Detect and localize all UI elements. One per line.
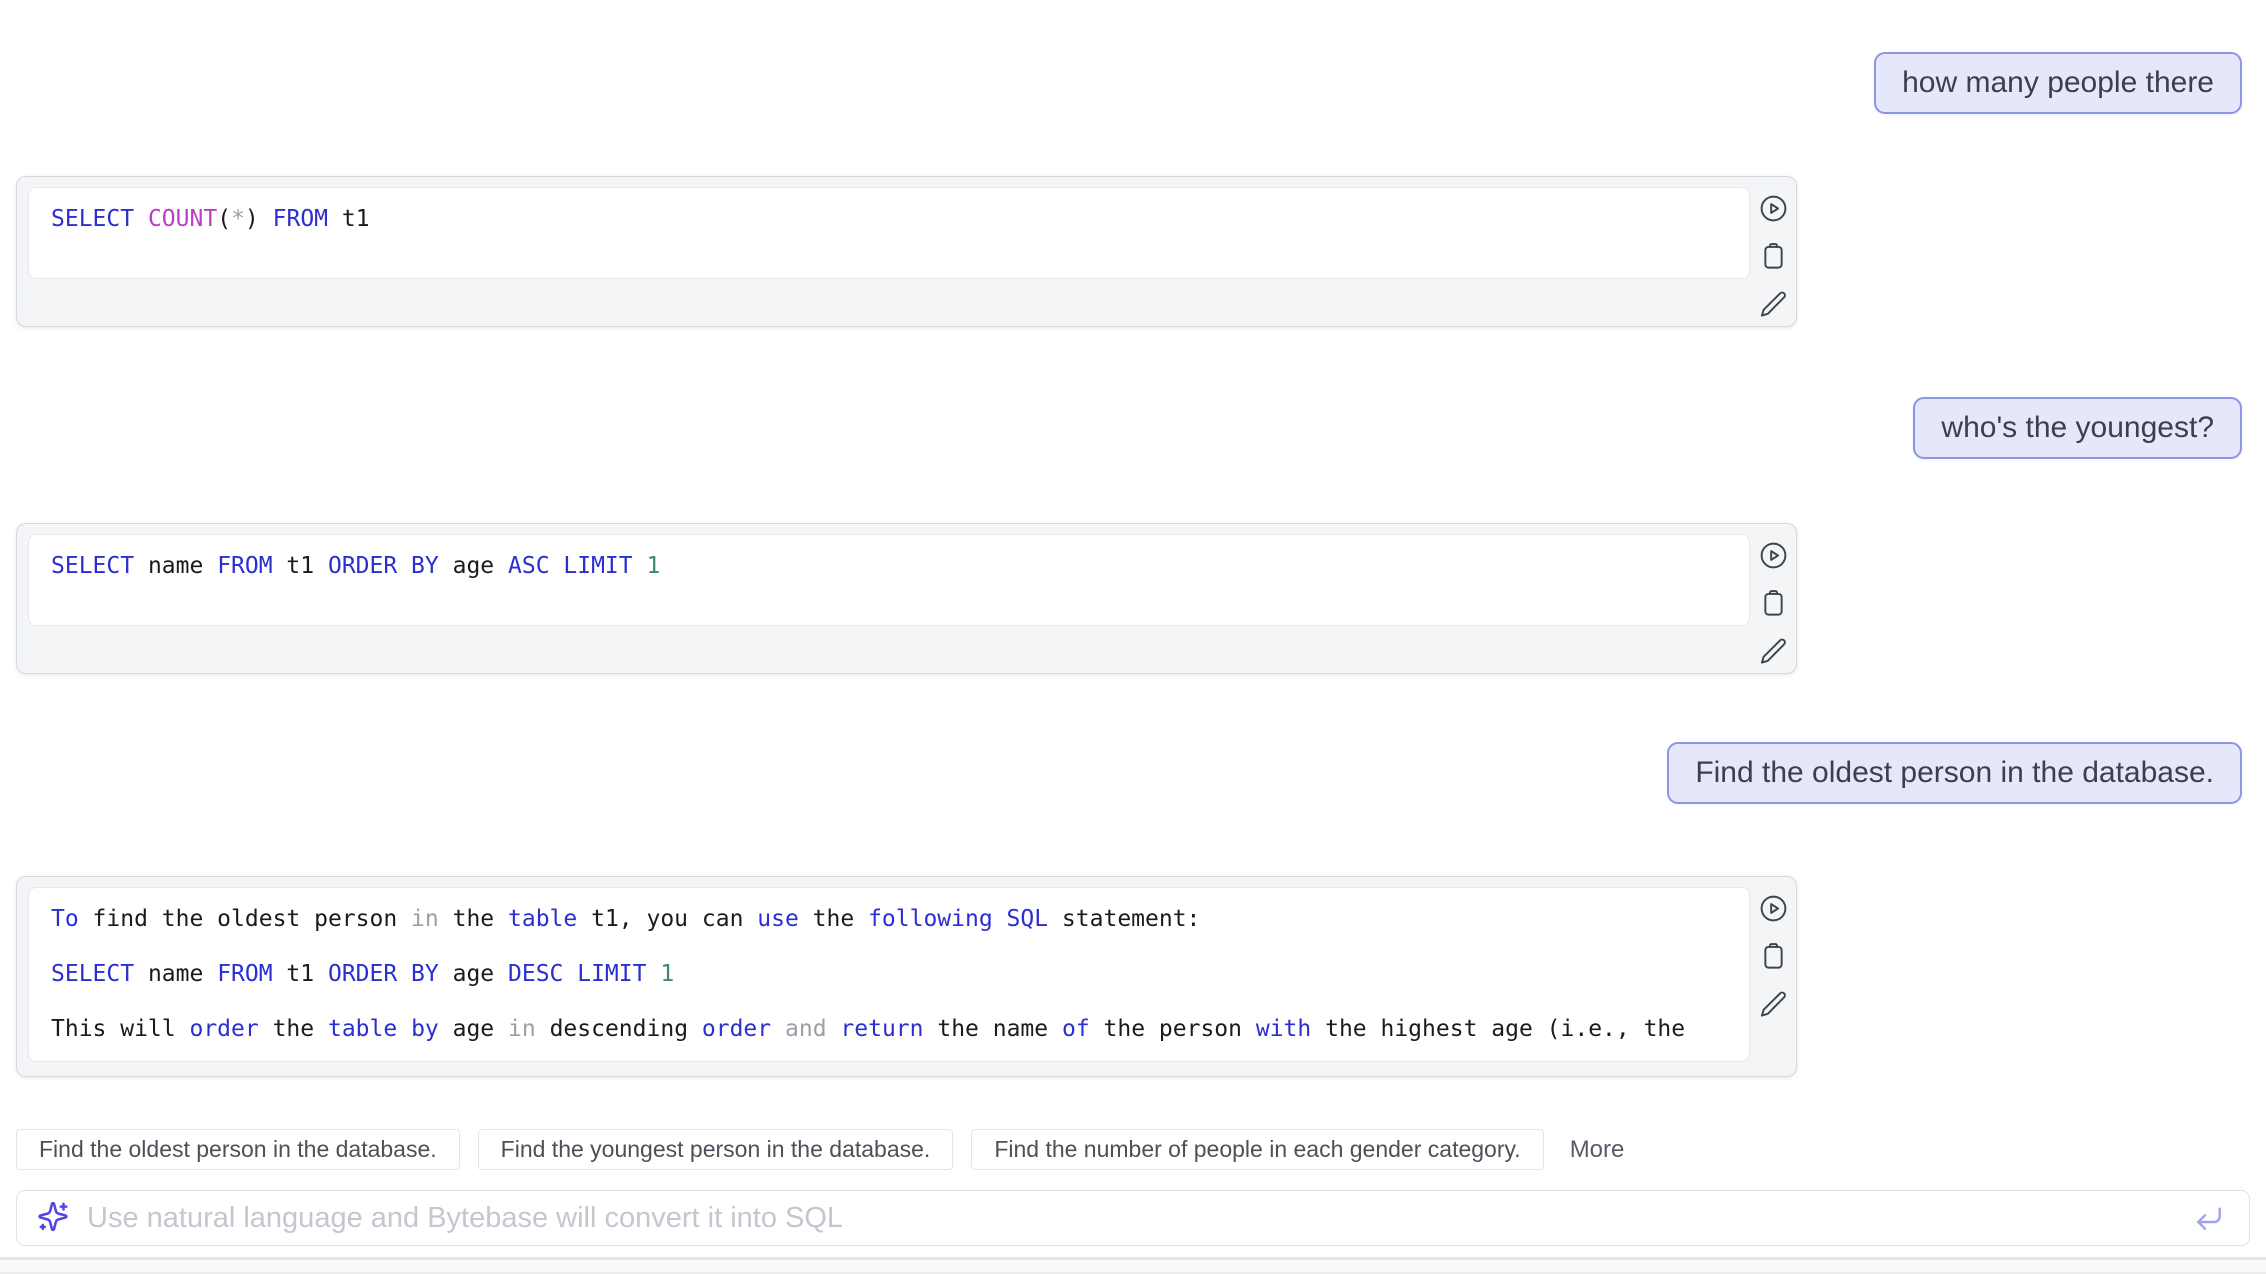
user-message-bubble: who's the youngest?: [1913, 397, 2242, 459]
sql-card-actions: [1750, 877, 1796, 1020]
play-circle-icon: [1758, 540, 1789, 571]
assistant-sql-card: SELECT COUNT(*) FROM t1: [16, 176, 1797, 327]
user-message-row: how many people there: [0, 52, 2266, 114]
suggestion-button-oldest[interactable]: Find the oldest person in the database.: [16, 1129, 460, 1170]
user-message-bubble: how many people there: [1874, 52, 2242, 114]
code-line: SELECT name FROM t1 ORDER BY age DESC LI…: [51, 956, 1727, 993]
user-message-row: who's the youngest?: [0, 397, 2266, 459]
edit-button[interactable]: [1757, 635, 1789, 667]
code-line: SELECT COUNT(*) FROM t1: [51, 201, 1727, 238]
more-button[interactable]: More: [1570, 1136, 1625, 1164]
run-query-button[interactable]: [1757, 539, 1789, 571]
edit-button[interactable]: [1757, 288, 1789, 320]
pencil-icon: [1758, 289, 1789, 320]
user-message-bubble: Find the oldest person in the database.: [1667, 742, 2242, 804]
copy-button[interactable]: [1757, 940, 1789, 972]
copy-button[interactable]: [1757, 240, 1789, 272]
sql-card-actions: [1750, 177, 1796, 320]
suggestion-row: Find the oldest person in the database. …: [16, 1129, 2266, 1170]
assistant-sql-card: To find the oldest person in the table t…: [16, 876, 1797, 1077]
code-line: To find the oldest person in the table t…: [51, 901, 1727, 938]
play-circle-icon: [1758, 193, 1789, 224]
nl2sql-input[interactable]: [85, 1201, 2179, 1236]
sparkles-icon: [35, 1200, 71, 1236]
assistant-sql-card: SELECT name FROM t1 ORDER BY age ASC LIM…: [16, 523, 1797, 674]
run-query-button[interactable]: [1757, 892, 1789, 924]
edit-button[interactable]: [1757, 988, 1789, 1020]
enter-submit-icon[interactable]: [2193, 1202, 2225, 1234]
sql-card-actions: [1750, 524, 1796, 667]
bottom-divider: [0, 1257, 2266, 1274]
clipboard-icon: [1758, 588, 1789, 619]
clipboard-icon: [1758, 241, 1789, 272]
run-query-button[interactable]: [1757, 192, 1789, 224]
pencil-icon: [1758, 636, 1789, 667]
suggestion-button-gender-count[interactable]: Find the number of people in each gender…: [971, 1129, 1543, 1170]
play-circle-icon: [1758, 893, 1789, 924]
code-line: SELECT name FROM t1 ORDER BY age ASC LIM…: [51, 548, 1727, 585]
code-line: This will order the table by age in desc…: [51, 1011, 1727, 1048]
sql-editor[interactable]: SELECT COUNT(*) FROM t1: [28, 187, 1750, 279]
user-message-row: Find the oldest person in the database.: [0, 742, 2266, 804]
copy-button[interactable]: [1757, 587, 1789, 619]
pencil-icon: [1758, 989, 1789, 1020]
suggestion-button-youngest[interactable]: Find the youngest person in the database…: [478, 1129, 954, 1170]
sql-editor[interactable]: To find the oldest person in the table t…: [28, 887, 1750, 1062]
nl2sql-chat-page: how many people there SELECT COUNT(*) FR…: [0, 0, 2266, 1274]
nl2sql-input-bar[interactable]: [16, 1190, 2250, 1246]
clipboard-icon: [1758, 941, 1789, 972]
sql-editor[interactable]: SELECT name FROM t1 ORDER BY age ASC LIM…: [28, 534, 1750, 626]
